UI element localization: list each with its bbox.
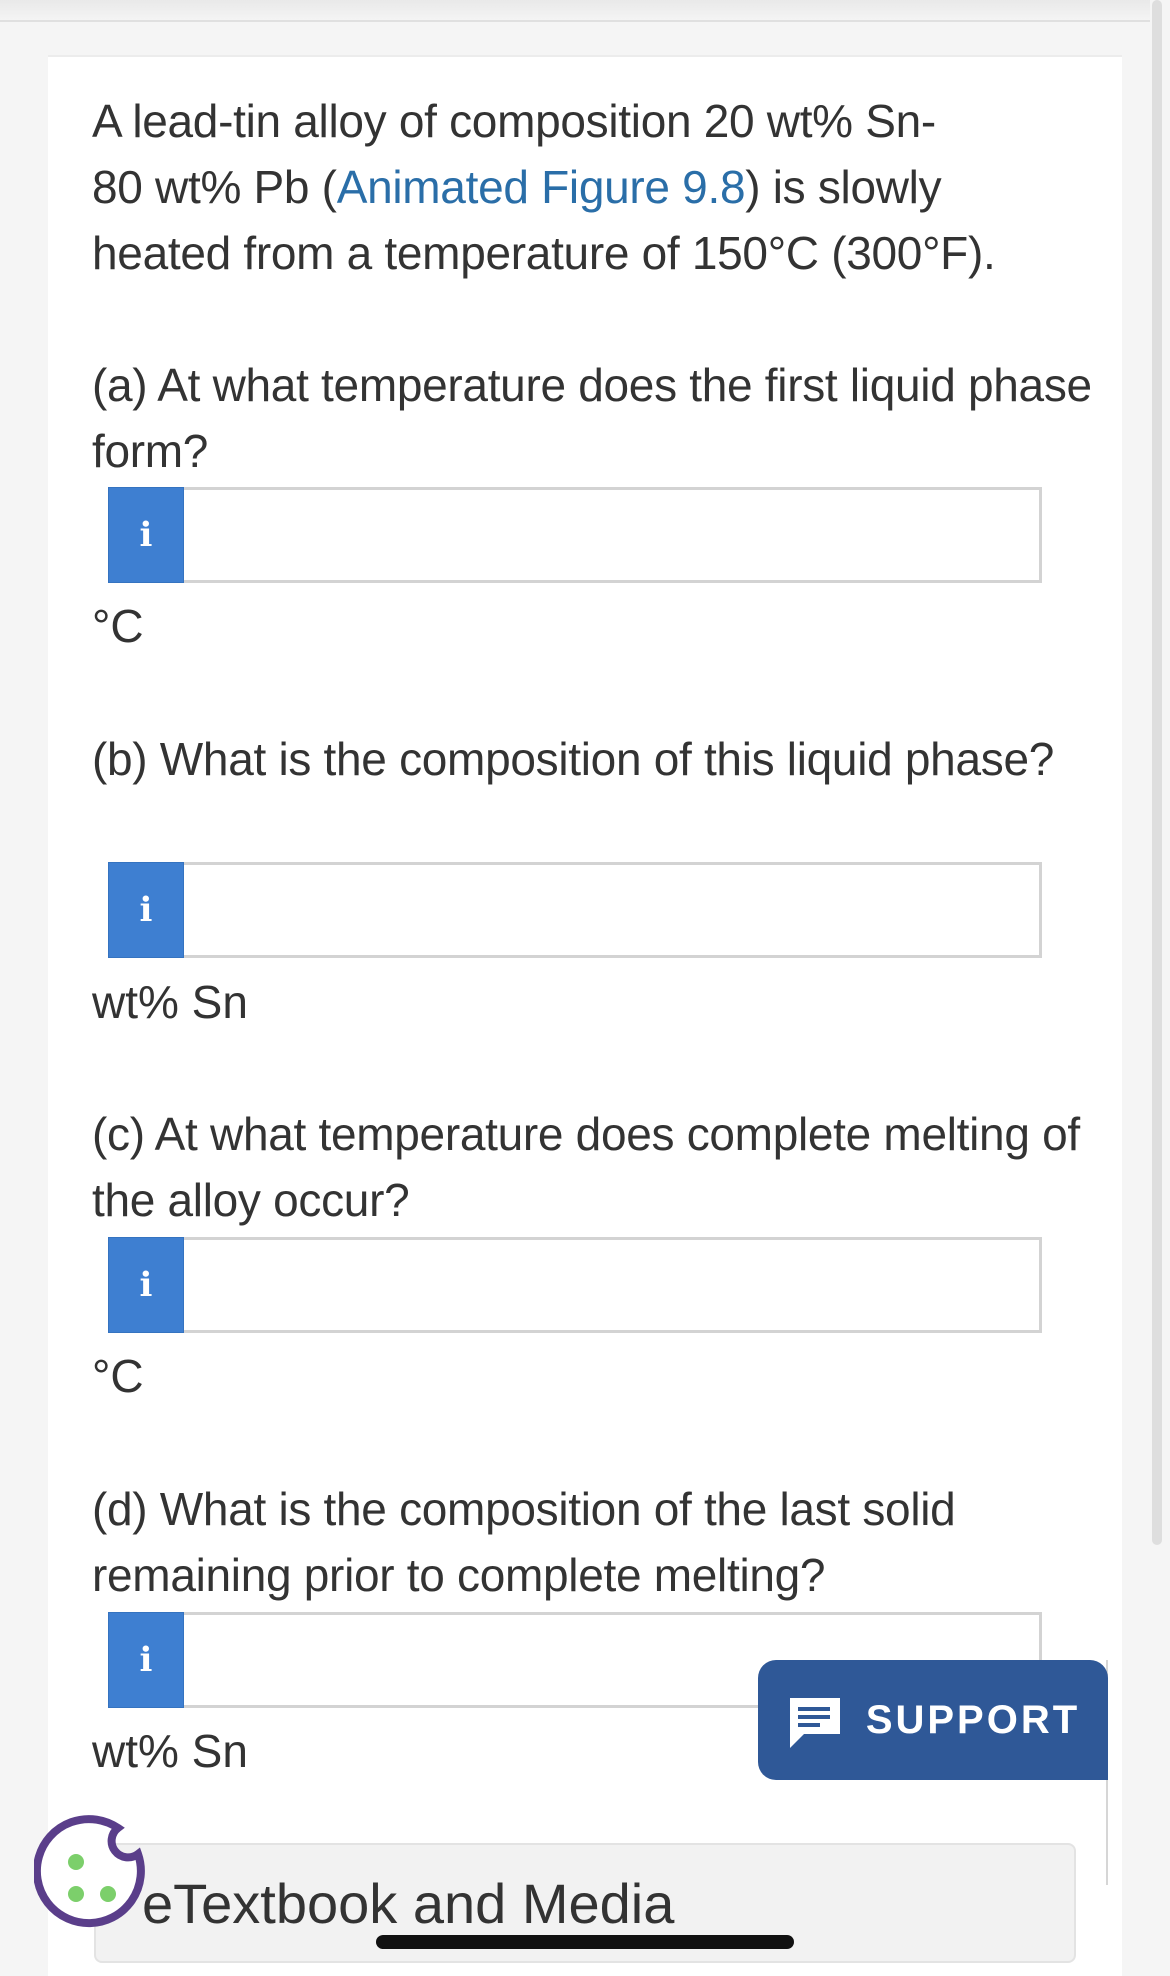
question-line-2-prefix: 80 wt% Pb ( xyxy=(92,161,337,213)
part-a-answer-row: i xyxy=(108,487,1042,583)
part-d-info-button[interactable]: i xyxy=(108,1612,184,1708)
part-b-unit: wt% Sn xyxy=(92,976,248,1028)
etextbook-media-label: eTextbook and Media xyxy=(142,1871,675,1935)
support-button[interactable]: SUPPORT xyxy=(758,1660,1108,1780)
part-d-question: (d) What is the composition of the last … xyxy=(92,1483,956,1601)
part-d-unit: wt% Sn xyxy=(92,1725,248,1777)
question-text: A lead-tin alloy of composition 20 wt% S… xyxy=(92,88,1072,286)
animated-figure-link[interactable]: Animated Figure 9.8 xyxy=(337,161,746,213)
home-indicator xyxy=(376,1935,794,1949)
question-line-2-suffix: ) is slowly xyxy=(745,161,942,213)
part-a-info-button[interactable]: i xyxy=(108,487,184,583)
part-a-answer-input[interactable] xyxy=(184,487,1042,583)
part-c-question: (c) At what temperature does complete me… xyxy=(92,1108,1080,1226)
chat-lines-icon xyxy=(786,1694,844,1748)
support-label: SUPPORT xyxy=(865,1697,1081,1742)
part-b-info-button[interactable]: i xyxy=(108,862,184,958)
part-c-answer-row: i xyxy=(108,1237,1042,1333)
question-line-3: heated from a temperature of 150°C (300°… xyxy=(92,227,996,279)
part-c-info-button[interactable]: i xyxy=(108,1237,184,1333)
cookie-settings-button[interactable] xyxy=(32,1814,190,1942)
part-c-answer-input[interactable] xyxy=(184,1237,1042,1333)
part-a-unit: °C xyxy=(92,600,144,652)
part-c-unit: °C xyxy=(92,1350,144,1402)
top-bar-shadow xyxy=(0,0,1150,22)
part-b-question: (b) What is the composition of this liqu… xyxy=(92,733,1055,785)
part-b-answer-input[interactable] xyxy=(184,862,1042,958)
part-a-question: (a) At what temperature does the first l… xyxy=(92,359,1092,477)
page-scrollbar[interactable] xyxy=(1152,0,1162,1545)
cookie-icon xyxy=(32,1815,145,1928)
question-line-1: A lead-tin alloy of composition 20 wt% S… xyxy=(92,95,936,147)
part-b-answer-row: i xyxy=(108,862,1042,958)
